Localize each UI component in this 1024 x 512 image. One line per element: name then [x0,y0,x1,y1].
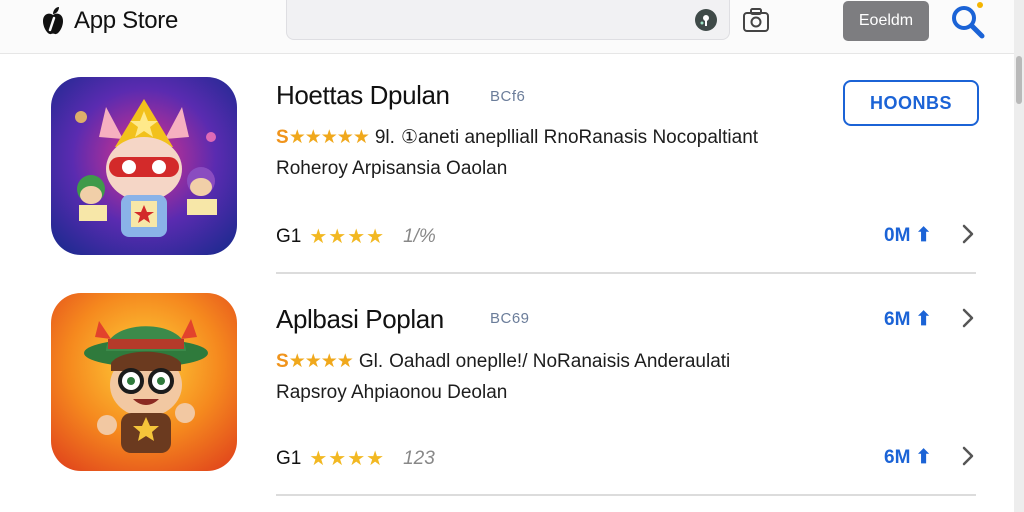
rating-row: G1 ★★★★ 1/% [276,224,436,249]
download-size[interactable]: 6M ⬆ [884,308,932,331]
rating-row: G1 ★★★★ 123 [276,446,435,471]
search-input[interactable] [287,0,687,38]
rating-value: G1 [276,447,302,469]
meta-description: Oahadl oneplle!/ NoRanaisis Anderaulati [389,350,731,372]
chevron-right-icon[interactable] [958,444,978,468]
camera-icon[interactable] [742,6,770,34]
scrollbar-thumb[interactable] [1016,56,1022,104]
search-bar[interactable] [286,0,730,40]
app-icon-hero-cat[interactable] [51,77,237,255]
app-meta: S ★★★★★ 9l. ①aneti aneplliall RnoRanasis… [276,126,758,149]
divider [276,272,976,274]
rating-count: 1/% [403,225,436,247]
app-subtitle: Roheroy Arpisansia Oaolan [276,158,508,179]
app-subtitle: Rapsroy Ahpiaonou Deolan [276,382,508,403]
rating-stars: ★★★★ [309,226,386,248]
meta-prefix: S [276,350,289,372]
scrollbar[interactable] [1014,0,1024,512]
app-tag: BC69 [490,310,530,327]
app-list-item[interactable]: Hoettas Dpulan BCf6 S ★★★★★ 9l. ①aneti a… [0,70,1010,280]
chevron-right-icon[interactable] [958,222,978,246]
brand[interactable]: App Store [40,4,178,38]
app-meta: S ★★★★ Gl. Oahadl oneplle!/ NoRanaisis A… [276,350,730,373]
download-size[interactable]: 0M ⬆ [884,224,932,247]
download-size-secondary[interactable]: 6M ⬆ [884,446,932,469]
search-icon[interactable] [948,2,986,40]
chevron-right-icon[interactable] [958,306,978,330]
meta-suffix: Gl. [358,350,384,372]
meta-prefix: S [276,126,289,148]
rating-value: G1 [276,225,302,247]
meta-description: ①aneti aneplliall RnoRanasis Nocopaltian… [400,127,759,148]
app-name[interactable]: Aplbasi Poplan [276,304,444,335]
get-button[interactable]: HOONBS [843,80,979,126]
divider [276,494,976,496]
account-button[interactable]: Eoeldm [843,1,929,41]
meta-suffix: 9l. [374,126,395,148]
app-icon-hat-kid[interactable] [51,293,237,471]
apple-logo-icon [43,7,63,35]
app-list-item[interactable]: Aplbasi Poplan BC69 S ★★★★ Gl. Oahadl on… [0,290,1010,502]
meta-stars: ★★★★ [288,351,354,372]
app-name[interactable]: Hoettas Dpulan [276,80,450,111]
rating-count: 123 [403,447,435,469]
rating-stars: ★★★★ [309,448,386,470]
voice-search-icon[interactable] [695,9,717,31]
meta-stars: ★★★★★ [288,127,370,148]
app-title: App Store [74,7,179,34]
top-bar: App Store Eoeldm [0,0,1024,54]
app-tag: BCf6 [490,88,526,105]
